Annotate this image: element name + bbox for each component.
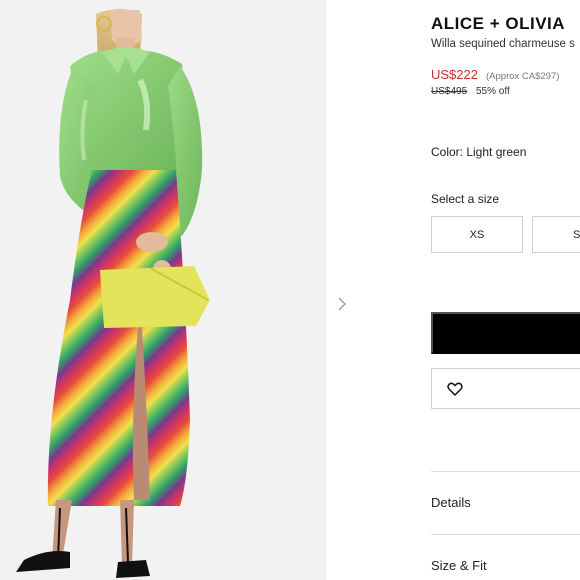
size-option-s[interactable]: S bbox=[532, 216, 580, 253]
size-option-xs[interactable]: XS bbox=[431, 216, 523, 253]
size-fit-accordion[interactable]: Size & Fit bbox=[431, 558, 487, 573]
product-image[interactable] bbox=[0, 0, 326, 580]
details-accordion[interactable]: Details bbox=[431, 495, 471, 510]
chevron-right-icon[interactable] bbox=[334, 294, 350, 314]
sale-price: US$222 bbox=[431, 67, 478, 82]
wishlist-button[interactable] bbox=[431, 368, 580, 409]
original-price: US$495 bbox=[431, 86, 468, 97]
approx-price: (Approx CA$297) bbox=[486, 71, 560, 82]
product-title: Willa sequined charmeuse s bbox=[431, 38, 575, 50]
discount-badge: 55% off bbox=[476, 86, 510, 97]
color-label: Color: Light green bbox=[431, 145, 527, 159]
model-photo bbox=[0, 0, 326, 580]
size-select-label: Select a size bbox=[431, 192, 500, 206]
divider bbox=[431, 471, 580, 472]
divider bbox=[431, 534, 580, 535]
brand-name[interactable]: ALICE + OLIVIA bbox=[431, 14, 565, 34]
add-to-bag-button[interactable] bbox=[431, 312, 580, 354]
heart-icon bbox=[447, 382, 463, 396]
